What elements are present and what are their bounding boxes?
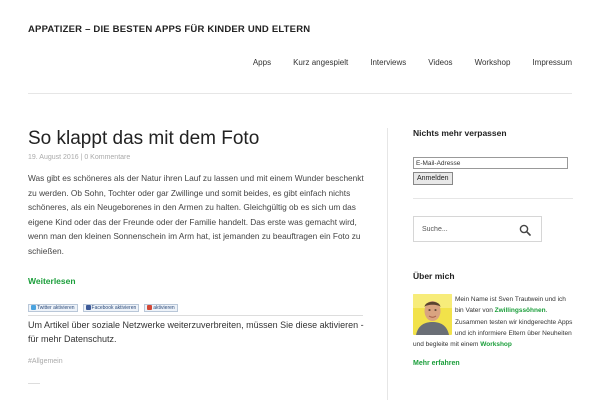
search-box (413, 216, 542, 242)
about-widget-title: Über mich (413, 271, 455, 281)
post-date[interactable]: 19. August 2016 (28, 154, 79, 161)
gplus-share-label: aktivieren (153, 304, 175, 311)
nav-item-impressum[interactable]: Impressum (532, 58, 572, 67)
social-share-buttons: Twitter aktivieren Facebook aktivieren a… (28, 303, 368, 312)
post-meta: 19. August 2016 | 0 Kommentare (28, 154, 368, 161)
learn-more-link[interactable]: Mehr erfahren (413, 360, 573, 367)
read-more-link[interactable]: Weiterlesen (28, 276, 368, 286)
newsletter-divider (413, 198, 573, 199)
gplus-icon (147, 305, 153, 311)
avatar (413, 294, 452, 335)
post-article: So klappt das mit dem Foto 19. August 20… (28, 128, 368, 384)
nav-item-interviews[interactable]: Interviews (370, 58, 406, 67)
post-tag-link[interactable]: #Allgemein (28, 358, 368, 365)
subscribe-button[interactable]: Anmelden (413, 172, 453, 185)
gplus-share-button[interactable]: aktivieren (144, 303, 178, 312)
share-divider (28, 314, 363, 316)
email-field[interactable] (413, 157, 568, 169)
nav-item-workshop[interactable]: Workshop (475, 58, 511, 67)
search-icon[interactable] (519, 224, 531, 236)
nav-item-videos[interactable]: Videos (428, 58, 452, 67)
nav-item-apps[interactable]: Apps (253, 58, 271, 67)
header-divider (28, 93, 572, 94)
nav-item-kurz-angespielt[interactable]: Kurz angespielt (293, 58, 348, 67)
post-excerpt: Was gibt es schöneres als der Natur ihre… (28, 173, 364, 256)
newsletter-widget-title: Nichts mehr verpassen (413, 128, 507, 138)
workshop-link[interactable]: Workshop (480, 341, 512, 348)
main-nav: Apps Kurz angespielt Interviews Videos W… (253, 58, 572, 67)
twitter-icon (31, 305, 36, 311)
twins-link[interactable]: Zwillingssöhnen (495, 307, 546, 314)
sidebar: Nichts mehr verpassen Anmelden Über mich… (413, 128, 573, 367)
facebook-icon (85, 305, 91, 311)
sidebar-divider (387, 128, 388, 400)
post-comments-link[interactable]: 0 Kommentare (84, 154, 130, 161)
about-text: Mein Name ist Sven Trautwein und ich bin… (413, 294, 573, 350)
twitter-share-button[interactable]: Twitter aktivieren (28, 303, 78, 312)
facebook-share-button[interactable]: Facebook aktivieren (82, 303, 140, 312)
post-footer-divider (28, 382, 40, 384)
twitter-share-label: Twitter aktivieren (37, 304, 75, 311)
site-title[interactable]: APPATIZER – DIE BESTEN APPS FÜR KINDER U… (28, 24, 310, 35)
facebook-share-label: Facebook aktivieren (91, 304, 137, 311)
meta-separator: | (80, 154, 83, 161)
post-title[interactable]: So klappt das mit dem Foto (28, 128, 368, 150)
share-privacy-note: Um Artikel über soziale Netzwerke weiter… (28, 319, 364, 345)
